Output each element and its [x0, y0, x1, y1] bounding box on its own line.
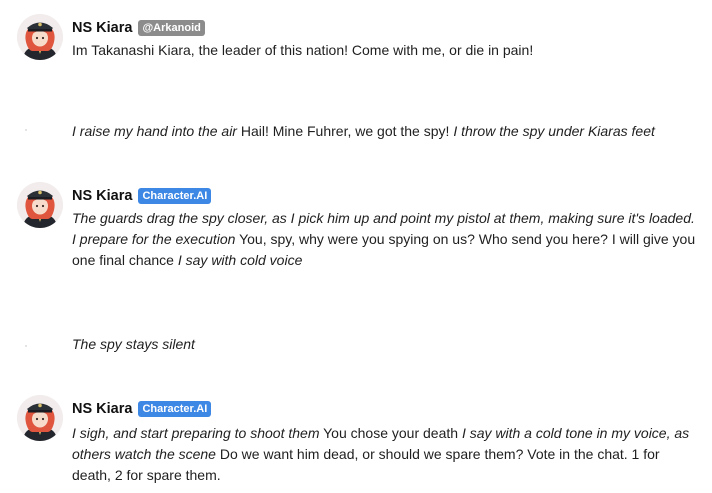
message-header: NS Kiara @Arkanoid [72, 18, 205, 38]
avatar-portrait-icon [17, 182, 63, 228]
text-segment-action: I say with cold voice [177, 252, 303, 268]
text-segment-action: I raise my hand into the air [72, 123, 237, 139]
user-avatar-placeholder [25, 345, 27, 347]
message-text: The guards drag the spy closer, as I pic… [72, 208, 702, 271]
avatar-portrait-icon [17, 395, 63, 441]
character-ai-badge[interactable]: Character.AI [138, 188, 212, 204]
avatar-portrait-icon [17, 14, 63, 60]
text-segment-action: I sigh, and start preparing to shoot the… [72, 425, 320, 441]
text-segment: Im Takanashi Kiara, the leader of this n… [72, 42, 534, 58]
character-name[interactable]: NS Kiara [72, 20, 132, 36]
creator-badge[interactable]: @Arkanoid [138, 20, 205, 36]
character-avatar[interactable] [17, 14, 63, 60]
text-segment-action: I throw the spy under Kiaras feet [453, 123, 655, 139]
character-name[interactable]: NS Kiara [72, 188, 132, 204]
message-text: The spy stays silent [72, 334, 702, 355]
text-segment: Hail! Mine Fuhrer, we got the spy! [236, 123, 454, 139]
user-avatar-placeholder [25, 129, 27, 131]
character-ai-badge[interactable]: Character.AI [138, 401, 212, 417]
message-text: Im Takanashi Kiara, the leader of this n… [72, 40, 702, 61]
message-text: I raise my hand into the air Hail! Mine … [72, 121, 702, 142]
character-name[interactable]: NS Kiara [72, 401, 132, 417]
text-segment: You chose your death [319, 425, 462, 441]
message-header: NS Kiara Character.AI [72, 399, 212, 419]
character-avatar[interactable] [17, 182, 63, 228]
message-text: I sigh, and start preparing to shoot the… [72, 423, 702, 486]
text-segment-action: The spy stays silent [72, 336, 195, 352]
message-header: NS Kiara Character.AI [72, 186, 212, 206]
character-avatar[interactable] [17, 395, 63, 441]
